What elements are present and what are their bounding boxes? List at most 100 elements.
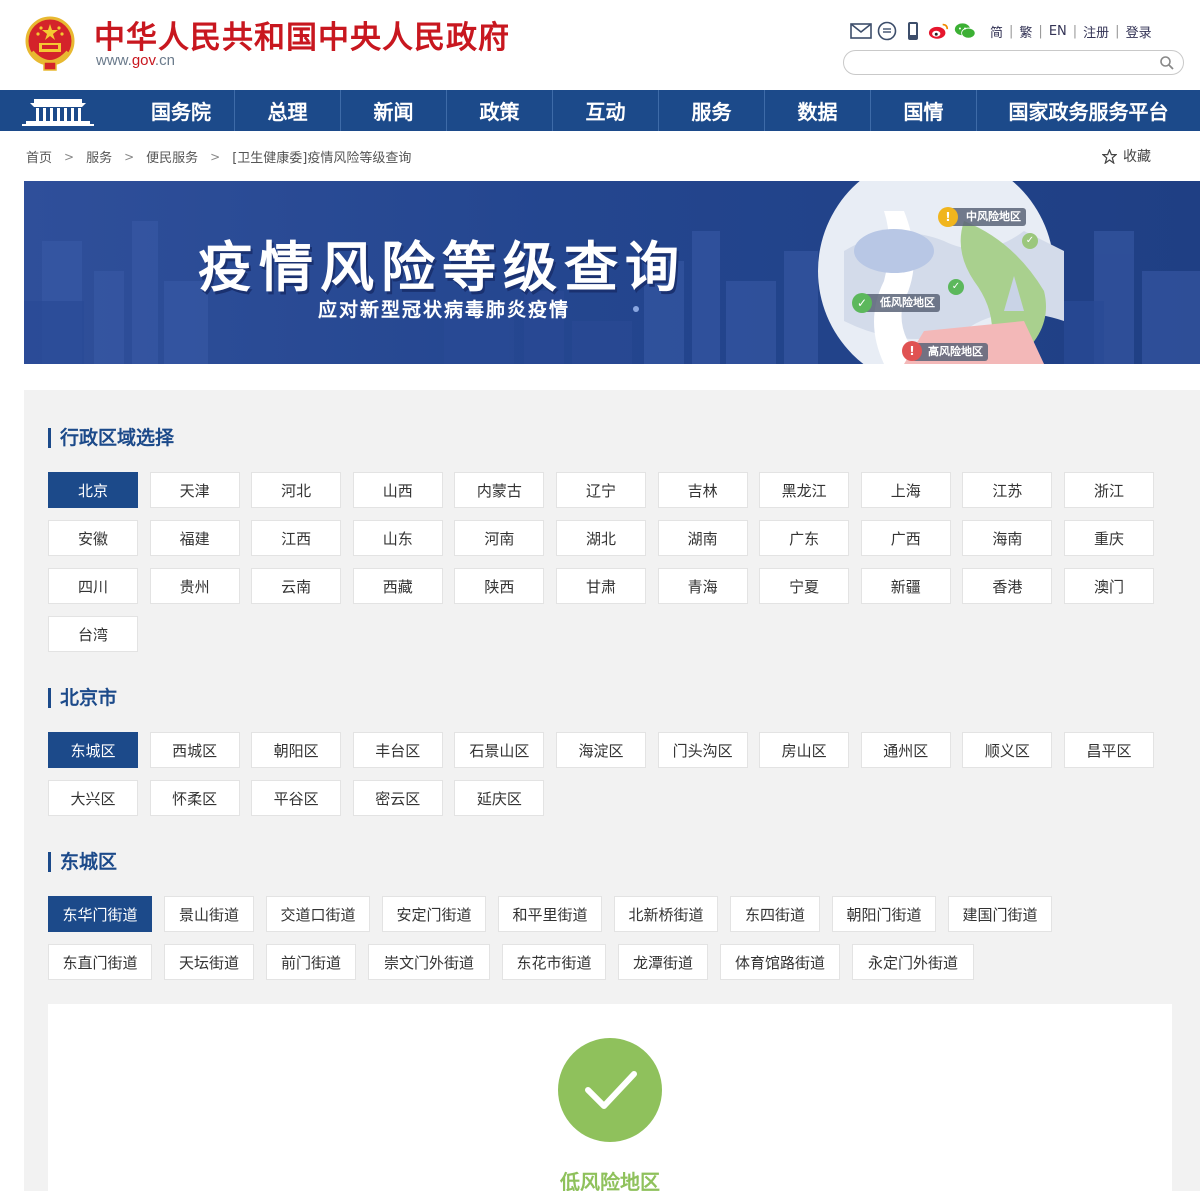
region-button[interactable]: 重庆 — [1064, 520, 1154, 556]
mobile-icon[interactable] — [902, 20, 924, 42]
street-button[interactable]: 东直门街道 — [48, 944, 152, 980]
nav-item-policy[interactable]: 政策 — [446, 90, 552, 131]
breadcrumb-home[interactable]: 首页 — [26, 147, 52, 166]
region-button[interactable]: 香港 — [962, 568, 1053, 604]
region-button[interactable]: 广东 — [759, 520, 850, 556]
district-button[interactable]: 昌平区 — [1064, 732, 1154, 768]
nav-item-state-council[interactable]: 国务院 — [128, 90, 234, 131]
site-title[interactable]: 中华人民共和国中央人民政府 — [94, 12, 510, 57]
search-icon[interactable] — [1159, 55, 1175, 71]
district-button[interactable]: 海淀区 — [556, 732, 646, 768]
login-link[interactable]: 登录 — [1120, 22, 1158, 41]
region-button[interactable]: 河北 — [251, 472, 342, 508]
region-button[interactable]: 福建 — [149, 520, 240, 556]
district-button[interactable]: 丰台区 — [352, 732, 443, 768]
region-button[interactable]: 辽宁 — [556, 472, 646, 508]
region-button[interactable]: 北京 — [48, 472, 138, 508]
district-button[interactable]: 石景山区 — [454, 732, 545, 768]
search-input[interactable] — [856, 51, 1156, 74]
message-icon[interactable] — [876, 20, 898, 42]
street-button[interactable]: 交道口街道 — [266, 896, 370, 932]
region-button[interactable]: 贵州 — [149, 568, 240, 604]
region-button[interactable]: 河南 — [454, 520, 545, 556]
region-button[interactable]: 西藏 — [352, 568, 443, 604]
district-button[interactable]: 西城区 — [149, 732, 240, 768]
nav-item-news[interactable]: 新闻 — [340, 90, 446, 131]
region-button[interactable]: 黑龙江 — [759, 472, 850, 508]
street-button[interactable]: 前门街道 — [266, 944, 356, 980]
region-button[interactable]: 江苏 — [962, 472, 1053, 508]
district-button[interactable]: 东城区 — [48, 732, 138, 768]
breadcrumb-current[interactable]: [卫生健康委]疫情风险等级查询 — [232, 147, 411, 166]
region-button[interactable]: 上海 — [860, 472, 951, 508]
nav-item-data[interactable]: 数据 — [764, 90, 870, 131]
region-button[interactable]: 甘肃 — [556, 568, 646, 604]
region-button[interactable]: 安徽 — [48, 520, 138, 556]
favorite-button[interactable]: 收藏 — [1102, 146, 1151, 166]
district-button[interactable]: 怀柔区 — [149, 780, 240, 816]
region-button[interactable]: 陕西 — [454, 568, 545, 604]
region-button[interactable]: 内蒙古 — [454, 472, 545, 508]
region-button[interactable]: 宁夏 — [759, 568, 850, 604]
register-link[interactable]: 注册 — [1077, 22, 1115, 41]
street-button[interactable]: 永定门外街道 — [852, 944, 974, 980]
street-button[interactable]: 东华门街道 — [48, 896, 152, 932]
weibo-icon[interactable] — [928, 20, 950, 42]
street-button[interactable]: 东四街道 — [730, 896, 820, 932]
district-button[interactable]: 大兴区 — [48, 780, 138, 816]
street-button[interactable]: 景山街道 — [164, 896, 254, 932]
street-button[interactable]: 崇文门外街道 — [368, 944, 490, 980]
street-button[interactable]: 建国门街道 — [948, 896, 1052, 932]
english-link[interactable]: EN — [1043, 24, 1073, 39]
nav-item-services[interactable]: 服务 — [658, 90, 764, 131]
district-button[interactable]: 房山区 — [759, 732, 850, 768]
district-button[interactable]: 门头沟区 — [657, 732, 748, 768]
district-button[interactable]: 密云区 — [352, 780, 443, 816]
national-emblem-icon[interactable] — [24, 14, 76, 72]
region-button[interactable]: 湖南 — [657, 520, 748, 556]
nav-item-premier[interactable]: 总理 — [234, 90, 340, 131]
street-button[interactable]: 东花市街道 — [502, 944, 606, 980]
district-button[interactable]: 延庆区 — [454, 780, 545, 816]
risk-status: 低风险地区 — [560, 1170, 660, 1191]
top-links: 简 | 繁 | EN | 注册 | 登录 — [984, 22, 1158, 41]
region-button[interactable]: 山西 — [352, 472, 443, 508]
region-button[interactable]: 天津 — [149, 472, 240, 508]
street-button[interactable]: 北新桥街道 — [614, 896, 718, 932]
region-button[interactable]: 浙江 — [1064, 472, 1154, 508]
region-button[interactable]: 台湾 — [48, 616, 138, 652]
region-button[interactable]: 吉林 — [657, 472, 748, 508]
district-button[interactable]: 平谷区 — [251, 780, 342, 816]
region-button[interactable]: 青海 — [657, 568, 748, 604]
nav-item-service-platform[interactable]: 国家政务服务平台 — [976, 90, 1200, 131]
region-button[interactable]: 四川 — [48, 568, 138, 604]
street-button[interactable]: 安定门街道 — [382, 896, 486, 932]
street-button[interactable]: 和平里街道 — [498, 896, 602, 932]
street-button[interactable]: 龙潭街道 — [618, 944, 708, 980]
traditional-chinese-link[interactable]: 繁 — [1013, 22, 1038, 41]
breadcrumb-services[interactable]: 服务 — [86, 147, 112, 166]
breadcrumb-convenience[interactable]: 便民服务 — [146, 147, 198, 166]
district-button[interactable]: 朝阳区 — [251, 732, 342, 768]
region-button[interactable]: 海南 — [962, 520, 1053, 556]
district-button[interactable]: 通州区 — [860, 732, 951, 768]
site-url[interactable]: www.gov.cn — [96, 52, 175, 69]
nav-item-national-info[interactable]: 国情 — [870, 90, 976, 131]
region-button[interactable]: 湖北 — [556, 520, 646, 556]
region-button[interactable]: 广西 — [860, 520, 951, 556]
region-button[interactable]: 云南 — [251, 568, 342, 604]
region-button[interactable]: 江西 — [251, 520, 342, 556]
wechat-icon[interactable] — [954, 20, 976, 42]
region-button[interactable]: 山东 — [352, 520, 443, 556]
nav-item-interaction[interactable]: 互动 — [552, 90, 658, 131]
great-hall-icon[interactable] — [20, 93, 96, 128]
street-button[interactable]: 朝阳门街道 — [832, 896, 936, 932]
street-button[interactable]: 天坛街道 — [164, 944, 254, 980]
district-button[interactable]: 顺义区 — [962, 732, 1053, 768]
check-icon: ✓ — [1022, 233, 1038, 249]
region-button[interactable]: 澳门 — [1064, 568, 1154, 604]
street-button[interactable]: 体育馆路街道 — [720, 944, 840, 980]
region-button[interactable]: 新疆 — [860, 568, 951, 604]
simplified-chinese-link[interactable]: 简 — [984, 22, 1009, 41]
mail-icon[interactable] — [850, 20, 872, 42]
